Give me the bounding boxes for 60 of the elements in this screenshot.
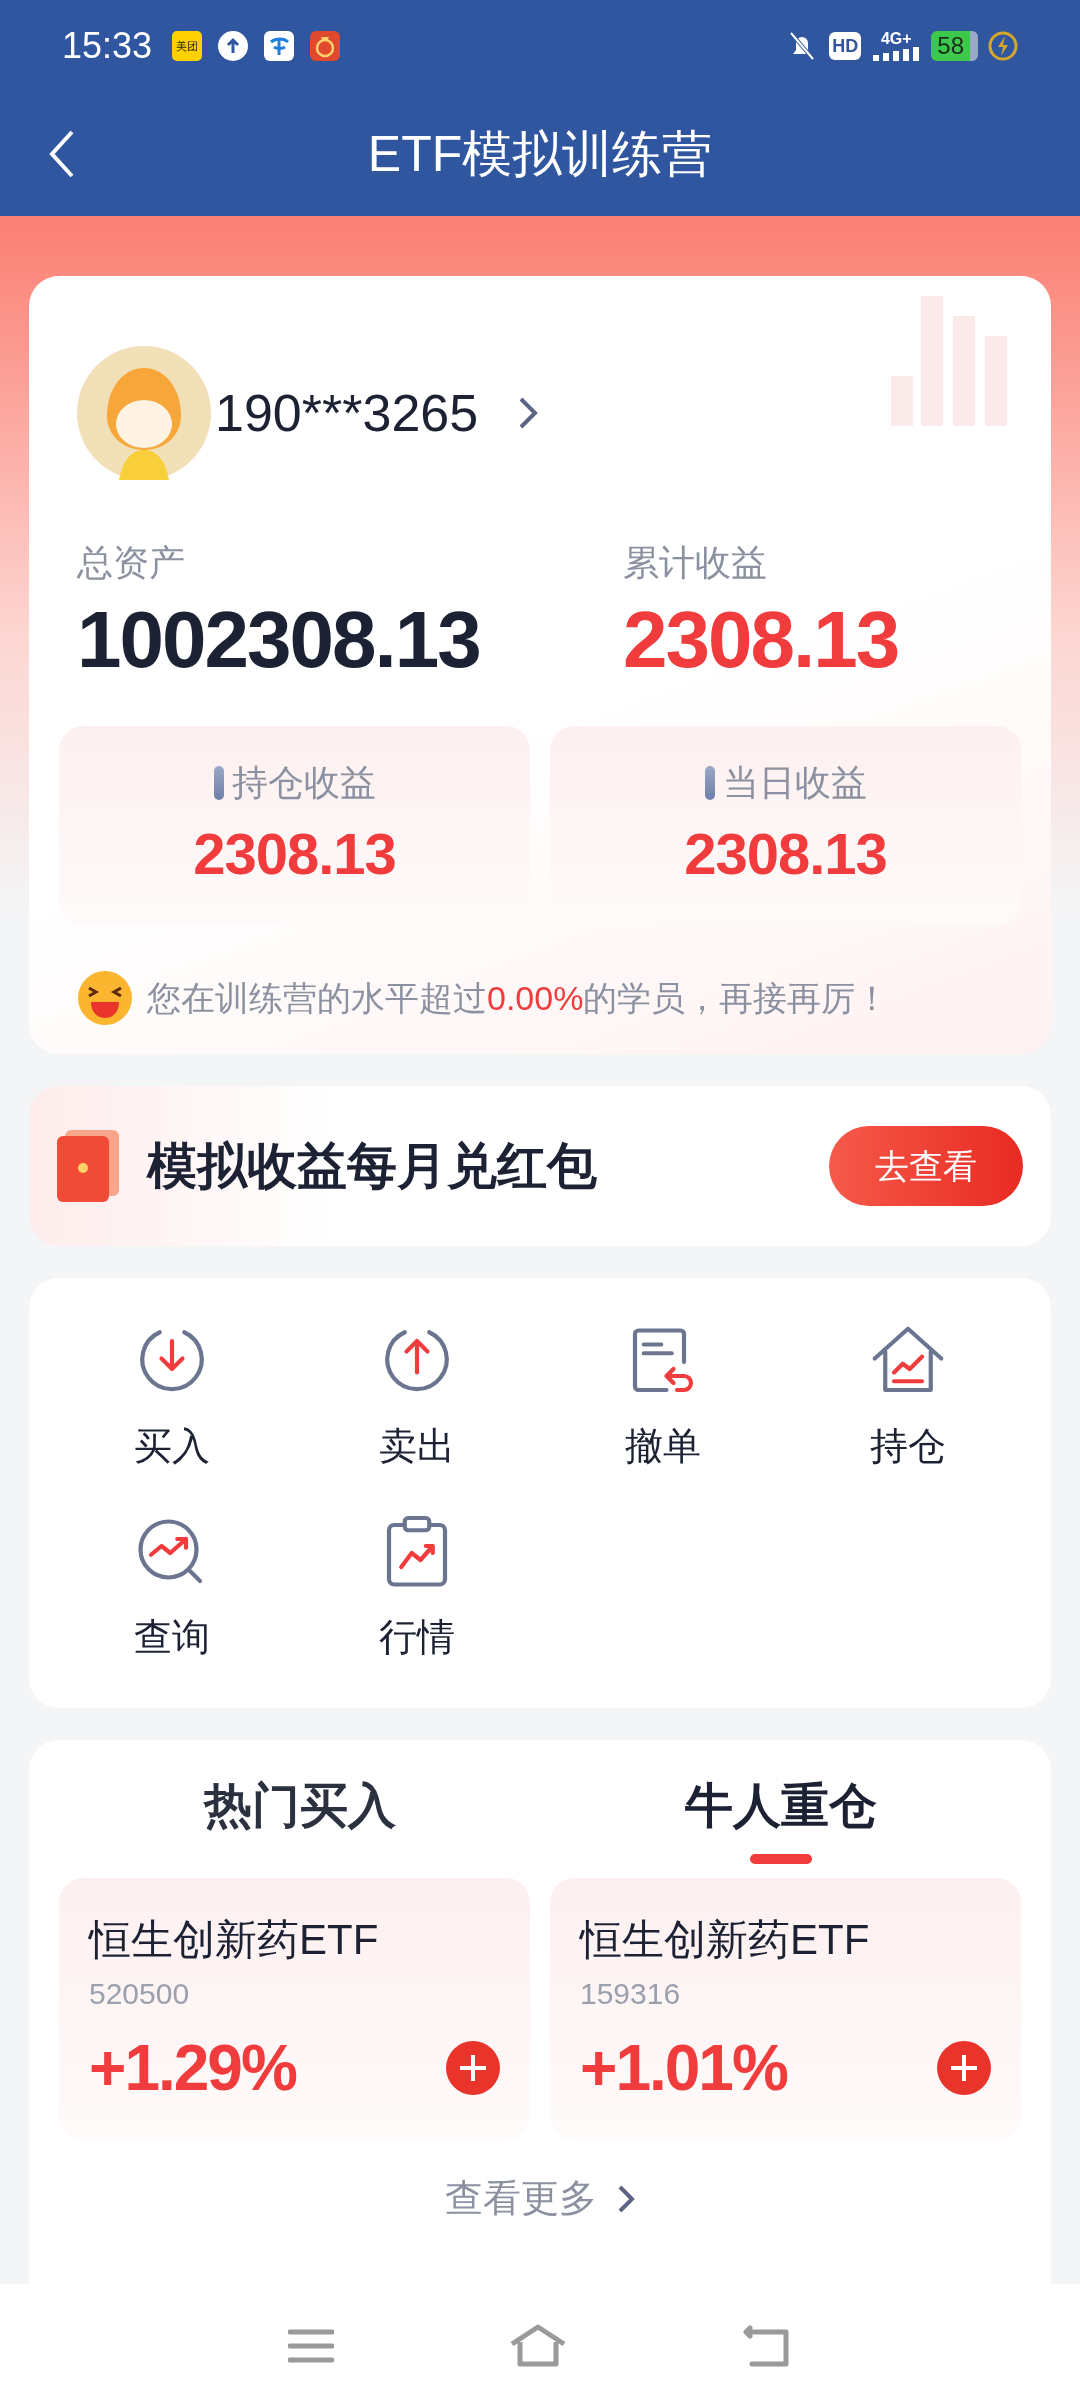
page-title: ETF模拟训练营 bbox=[367, 124, 713, 184]
laughing-emoji-icon bbox=[77, 970, 133, 1026]
hd-badge: HD bbox=[829, 32, 862, 60]
phone-number[interactable]: 190***3265 bbox=[215, 374, 479, 452]
back-icon[interactable] bbox=[48, 128, 76, 180]
action-button[interactable]: 买入 bbox=[49, 1320, 295, 1475]
signal-icon bbox=[873, 47, 920, 61]
tab[interactable]: 热门买入 bbox=[59, 1770, 540, 1864]
banner-title: 模拟收益每月兑红包 bbox=[147, 1136, 598, 1196]
tab-label: 热门买入 bbox=[203, 1778, 396, 1834]
app-badge-icon: 美团 bbox=[172, 31, 203, 61]
envelope-icon bbox=[57, 1130, 119, 1202]
action-label: 查询 bbox=[133, 1615, 210, 1660]
reward-banner[interactable]: 模拟收益每月兑红包 去查看 bbox=[29, 1086, 1051, 1246]
action-button[interactable]: 行情 bbox=[294, 1511, 540, 1666]
fund-code: 520500 bbox=[89, 1976, 191, 2012]
rank-message: 您在训练营的水平超过0.00%的学员，再接再厉！ bbox=[147, 977, 890, 1019]
fund-name: 恒生创新药ETF bbox=[580, 1915, 871, 1965]
fund-card[interactable]: 恒生创新药ETF 159316 +1.01% bbox=[550, 1878, 1021, 2140]
money-bag-icon bbox=[310, 31, 341, 61]
add-icon[interactable] bbox=[446, 2041, 500, 2095]
marker-icon bbox=[704, 765, 715, 800]
menu-icon[interactable] bbox=[287, 2328, 334, 2364]
profit-value: 2308.13 bbox=[684, 819, 887, 888]
battery-indicator: 58 bbox=[931, 31, 978, 61]
chevron-right-icon[interactable] bbox=[518, 396, 539, 430]
cumulative-profit-label: 累计收益 bbox=[623, 541, 768, 585]
tab[interactable]: 牛人重仓 bbox=[540, 1770, 1021, 1864]
tab-underline bbox=[749, 1854, 812, 1864]
profit-label: 当日收益 bbox=[722, 760, 867, 805]
action-button[interactable]: 卖出 bbox=[294, 1320, 540, 1475]
add-icon[interactable] bbox=[937, 2041, 991, 2095]
fund-change: +1.01% bbox=[580, 2031, 787, 2106]
action-label: 撤单 bbox=[624, 1424, 701, 1469]
action-label: 行情 bbox=[379, 1615, 456, 1660]
total-assets-label: 总资产 bbox=[77, 541, 186, 585]
network-type: 4G+ bbox=[880, 31, 912, 47]
charging-icon bbox=[988, 31, 1018, 61]
profit-value: 2308.13 bbox=[193, 819, 396, 888]
status-time: 15:33 bbox=[62, 24, 153, 68]
fund-change: +1.29% bbox=[89, 2031, 296, 2106]
action-label: 买入 bbox=[133, 1424, 210, 1469]
profit-label: 持仓收益 bbox=[231, 760, 376, 805]
action-button[interactable]: 持仓 bbox=[785, 1320, 1031, 1475]
marker-icon bbox=[213, 765, 224, 800]
action-label: 持仓 bbox=[870, 1424, 947, 1469]
home-icon[interactable] bbox=[509, 2324, 567, 2368]
action-label: 卖出 bbox=[379, 1424, 456, 1469]
action-button[interactable]: 查询 bbox=[49, 1511, 295, 1666]
tab-label: 牛人重仓 bbox=[684, 1778, 877, 1834]
cumulative-profit-value: 2308.13 bbox=[623, 594, 900, 686]
upload-icon bbox=[218, 31, 249, 61]
telecom-icon bbox=[264, 31, 295, 61]
fund-code: 159316 bbox=[580, 1976, 682, 2012]
total-assets-value: 1002308.13 bbox=[77, 594, 481, 686]
action-button[interactable]: 撤单 bbox=[540, 1320, 786, 1475]
view-button[interactable]: 去查看 bbox=[829, 1126, 1023, 1206]
fund-name: 恒生创新药ETF bbox=[89, 1915, 380, 1965]
fund-card[interactable]: 恒生创新药ETF 520500 +1.29% bbox=[59, 1878, 530, 2140]
chevron-right-icon[interactable] bbox=[617, 2183, 635, 2214]
